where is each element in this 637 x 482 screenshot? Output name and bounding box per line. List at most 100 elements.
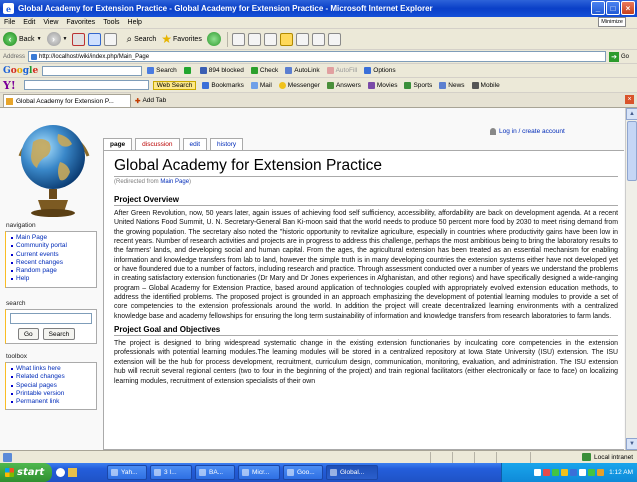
tab-page[interactable]: page [103, 138, 133, 150]
yahoo-mobile[interactable]: Mobile [471, 81, 500, 89]
ie-quicklaunch-icon[interactable] [56, 468, 65, 477]
task-ba[interactable]: BA... [195, 465, 235, 480]
google-autofill[interactable]: AutoFill [326, 67, 357, 74]
google-pagerank[interactable] [183, 67, 193, 74]
yahoo-movies[interactable]: Movies [367, 81, 397, 89]
add-tab-button[interactable]: ✚ Add Tab [135, 94, 166, 107]
status-divider [474, 451, 475, 463]
nav-current-events[interactable]: Current events [10, 251, 93, 259]
wiki-go-button[interactable]: Go [18, 328, 39, 340]
forward-button[interactable]: › ▼ [46, 32, 67, 46]
yahoo-search-input[interactable] [23, 80, 149, 90]
print-icon[interactable] [247, 32, 261, 46]
media-icon[interactable] [206, 32, 221, 46]
yahoo-messenger[interactable]: Messenger [278, 81, 320, 89]
research-icon[interactable] [295, 32, 309, 46]
edit-icon[interactable] [263, 32, 277, 46]
quick-launch [56, 465, 104, 480]
yahoo-logo[interactable]: Y! [3, 79, 16, 92]
messenger-icon[interactable] [311, 32, 325, 46]
nav-help[interactable]: Help [10, 275, 93, 283]
stop-icon[interactable] [72, 32, 86, 46]
tray-icon[interactable] [552, 469, 560, 476]
tray-icon[interactable] [597, 469, 605, 476]
address-input[interactable]: http://localhost/wiki/index.php/Main_Pag… [28, 51, 606, 62]
tab-edit[interactable]: edit [182, 138, 208, 150]
google-popup-blocker[interactable]: 894 blocked [199, 67, 244, 74]
nav-community-portal[interactable]: Community portal [10, 242, 93, 250]
yahoo-answers[interactable]: Answers [326, 81, 361, 89]
tray-icon[interactable] [570, 469, 578, 476]
tab-discussion[interactable]: discussion [135, 138, 180, 150]
tools-icon[interactable] [327, 32, 341, 46]
back-button[interactable]: ‹ Back ▼ [3, 32, 42, 46]
page-tabs: page discussion edit history [103, 138, 244, 150]
tab-history[interactable]: history [210, 138, 244, 150]
refresh-icon[interactable] [88, 32, 102, 46]
tray-icon[interactable] [543, 469, 551, 476]
folder-icon[interactable] [279, 32, 293, 46]
scroll-down-icon[interactable]: ▼ [626, 438, 637, 450]
nav-main-page[interactable]: Main Page [10, 234, 93, 242]
google-options[interactable]: Options [364, 67, 396, 74]
task-group[interactable]: 3 I... [150, 465, 192, 480]
redirect-prefix: (Redirected from [114, 179, 161, 185]
tray-icon[interactable] [579, 469, 587, 476]
nav-recent-changes[interactable]: Recent changes [10, 259, 93, 267]
browser-tab-active[interactable]: Global Academy for Extension P... [3, 94, 131, 107]
task-goo[interactable]: Goo... [283, 465, 323, 480]
sports-label: Sports [413, 81, 433, 89]
nav-random-page[interactable]: Random page [10, 267, 93, 275]
task-micr[interactable]: Micr... [238, 465, 280, 480]
favorites-button[interactable]: ★ Favorites [161, 32, 202, 46]
tray-icon[interactable] [588, 469, 596, 476]
toolbox-related-changes[interactable]: Related changes [10, 373, 93, 381]
close-tab-icon[interactable]: × [625, 95, 634, 104]
start-button[interactable]: start [0, 463, 52, 482]
section-text-goals: The project is designed to bring widespr… [114, 340, 618, 385]
login-link[interactable]: Log in / create account [490, 128, 565, 135]
wiki-search-input[interactable] [10, 313, 92, 324]
menu-edit[interactable]: Edit [23, 19, 35, 26]
home-icon[interactable] [104, 32, 118, 46]
minimize-button[interactable]: _ [591, 1, 605, 15]
yahoo-toolbar: Y! Web Search Bookmarks Mail Messenger A… [0, 78, 637, 93]
toolbox-permanent-link[interactable]: Permanent link [10, 398, 93, 406]
toolbox-printable-version[interactable]: Printable version [10, 390, 93, 398]
globe-logo[interactable] [8, 112, 98, 222]
task-label: 3 I... [164, 469, 177, 476]
vertical-scrollbar[interactable]: ▲ ▼ [625, 108, 637, 450]
scroll-up-icon[interactable]: ▲ [626, 108, 637, 120]
menu-favorites[interactable]: Favorites [66, 19, 95, 26]
yahoo-news[interactable]: News [439, 81, 465, 89]
google-search-button[interactable]: Search [147, 67, 177, 74]
scroll-thumb[interactable] [627, 121, 637, 181]
google-autolink[interactable]: AutoLink [285, 67, 320, 74]
menu-file[interactable]: File [4, 19, 15, 26]
search-portlet: search Go Search [0, 300, 97, 344]
google-spellcheck[interactable]: Check [250, 67, 278, 74]
yahoo-web-search-button[interactable]: Web Search [152, 80, 197, 90]
yahoo-sports[interactable]: Sports [404, 81, 433, 89]
tray-icon[interactable] [534, 469, 542, 476]
toolbox-special-pages[interactable]: Special pages [10, 382, 93, 390]
maximize-button[interactable]: □ [606, 1, 620, 15]
go-button[interactable]: ➔ Go [609, 51, 637, 62]
task-global-active[interactable]: Global... [326, 465, 378, 480]
toolbox-what-links-here[interactable]: What links here [10, 365, 93, 373]
tray-icon[interactable] [561, 469, 569, 476]
yahoo-bookmarks[interactable]: Bookmarks [202, 81, 244, 89]
clock[interactable]: 1:12 AM [609, 469, 633, 476]
desktop-quicklaunch-icon[interactable] [68, 468, 77, 477]
task-yahoo[interactable]: Yah... [107, 465, 147, 480]
wiki-search-button[interactable]: Search [42, 328, 76, 340]
google-search-input[interactable] [42, 65, 143, 76]
close-button[interactable]: × [621, 1, 635, 15]
redirect-link[interactable]: Main Page [160, 179, 189, 185]
search-button[interactable]: ⌕ Search [126, 34, 156, 45]
menu-tools[interactable]: Tools [103, 19, 119, 26]
yahoo-mail[interactable]: Mail [250, 81, 272, 89]
menu-help[interactable]: Help [128, 19, 142, 26]
mail-icon[interactable] [231, 32, 245, 46]
menu-view[interactable]: View [43, 19, 58, 26]
